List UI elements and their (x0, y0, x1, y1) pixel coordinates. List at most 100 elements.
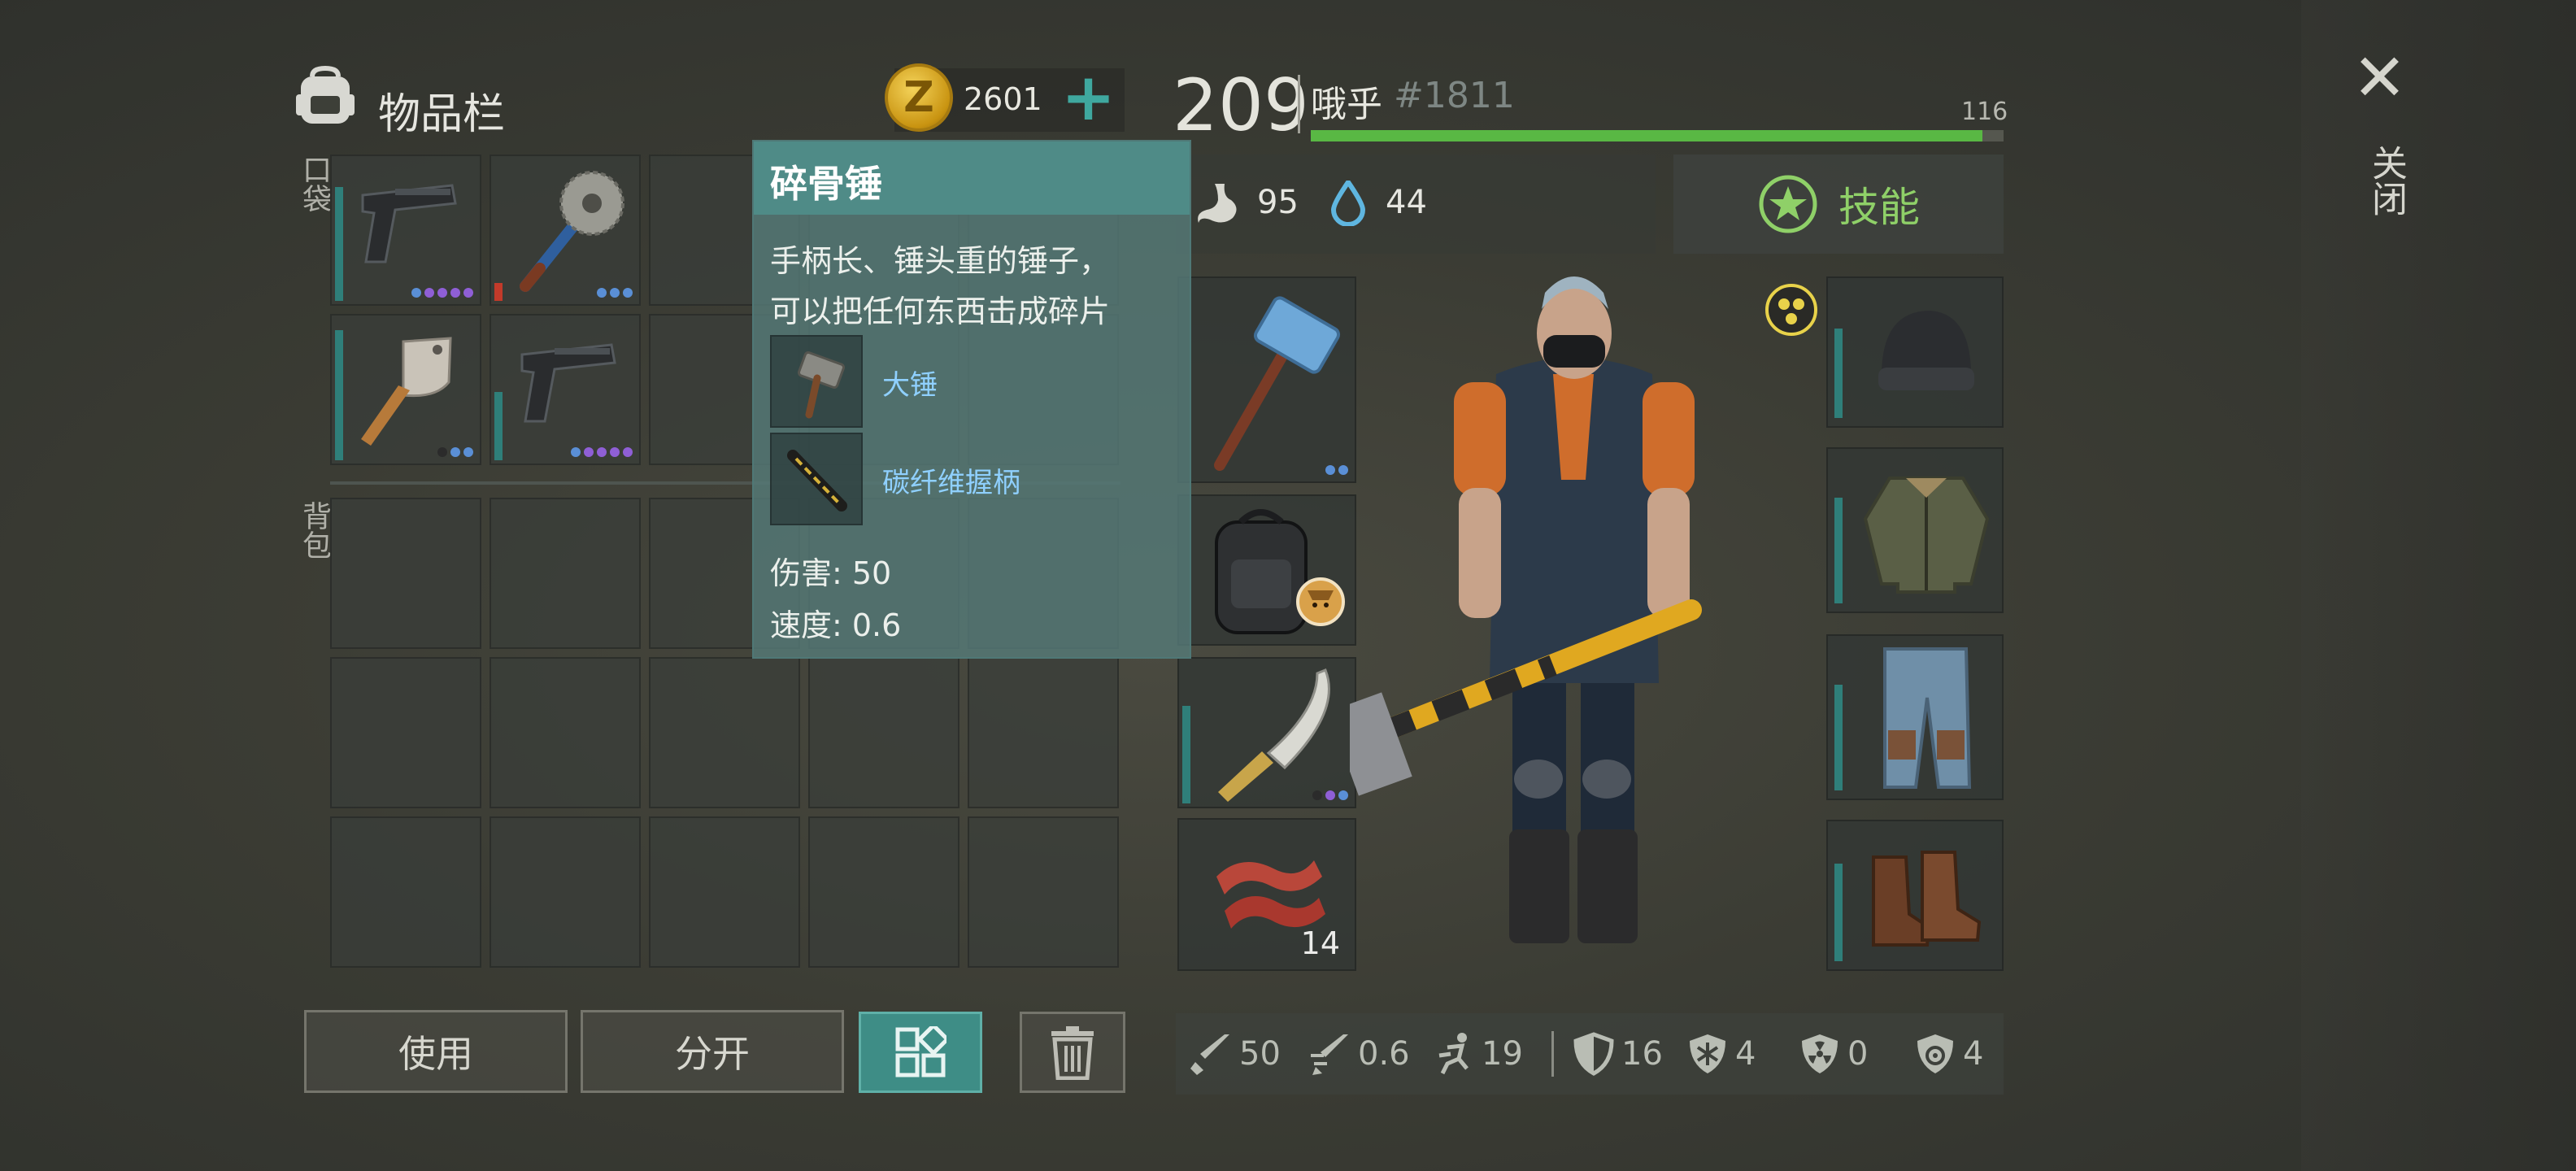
quality-dot (610, 288, 620, 298)
quality-dot (571, 447, 581, 457)
use-button[interactable]: 使用 (304, 1010, 568, 1093)
character-perk-icon[interactable] (1764, 283, 1818, 337)
quality-dots (411, 288, 473, 298)
carbon-grip-icon (787, 450, 847, 511)
stat-run-speed: 19 (1431, 1031, 1523, 1077)
head-slot[interactable] (1826, 276, 2004, 428)
pistol-icon (361, 184, 457, 263)
beanie-icon (1878, 311, 1974, 390)
stat-bio-resist: 4 (1912, 1031, 1983, 1077)
sledgehammer-icon (798, 350, 845, 419)
component-name[interactable]: 大锤 (882, 363, 938, 403)
cleaver-icon (361, 337, 452, 446)
backpack-icon (296, 65, 355, 124)
backpack-slot-13[interactable] (649, 816, 800, 968)
sort-grid-button[interactable] (859, 1012, 982, 1093)
pocket-slot-7[interactable] (490, 314, 641, 465)
backpack-slot-15[interactable] (968, 816, 1119, 968)
backpack-slot-14[interactable] (808, 816, 959, 968)
thirst-drop-icon (1330, 181, 1366, 226)
stat-radiation-resist: 0 (1797, 1031, 1868, 1077)
sawblade-mace-icon (520, 171, 624, 292)
inventory-header (293, 65, 358, 132)
backpack-slot-7[interactable] (490, 657, 641, 808)
quality-dot (437, 288, 447, 298)
star-icon (1759, 175, 1817, 233)
quality-dot (597, 288, 607, 298)
quality-dot (450, 447, 460, 457)
quality-dot (463, 447, 473, 457)
close-icon[interactable]: ✕ (2352, 46, 2407, 111)
tooltip-description-line: 可以把任何东西击成碎片 (770, 294, 1111, 329)
backpack-slot-2[interactable] (490, 498, 641, 649)
backpack-slot-6[interactable] (330, 657, 481, 808)
durability-bar (335, 330, 343, 460)
armor-shield-icon (1573, 1032, 1614, 1076)
pocket-slot-2[interactable] (490, 155, 641, 306)
quality-dot (1325, 790, 1335, 800)
player-name: 哦乎 (1311, 84, 1382, 125)
backpack-slot-9[interactable] (808, 657, 959, 808)
machete-icon (1218, 668, 1330, 802)
stat-value: 0 (1847, 1035, 1869, 1073)
character-model (1350, 276, 1702, 943)
trash-icon (1051, 1026, 1094, 1080)
quality-dot (463, 288, 473, 298)
pocket-slot-6[interactable] (330, 314, 481, 465)
feet-slot[interactable] (1826, 820, 2004, 971)
backpack-slot-1[interactable] (330, 498, 481, 649)
backpack-slot-10[interactable] (968, 657, 1119, 808)
durability-bar (1834, 329, 1843, 418)
run-speed-icon (1438, 1033, 1469, 1075)
backpack-equip-slot[interactable] (1177, 494, 1356, 646)
quality-dot (411, 288, 421, 298)
quality-dot (610, 447, 620, 457)
pockets-label: 口袋 (298, 155, 331, 213)
right-side-panel (2301, 0, 2576, 1171)
quality-dot (1312, 790, 1322, 800)
backpack-slot-12[interactable] (490, 816, 641, 968)
component-slot[interactable] (770, 433, 863, 525)
weapon-slot[interactable] (1177, 276, 1356, 483)
damage-sword-icon (1190, 1034, 1229, 1075)
close-label[interactable]: 关闭 (2360, 145, 2412, 216)
cat-badge-icon (1296, 577, 1345, 626)
bio-resist-icon (1917, 1034, 1953, 1073)
component-name[interactable]: 碳纤维握柄 (882, 460, 1020, 500)
attack-speed-icon (1311, 1034, 1348, 1075)
trash-button[interactable] (1020, 1012, 1125, 1093)
stat-value: 4 (1963, 1035, 1984, 1073)
pocket-slot-1[interactable] (330, 155, 481, 306)
inventory-title: 物品栏 (378, 90, 506, 139)
hammer-icon (1214, 296, 1341, 471)
component-slot[interactable] (770, 335, 863, 428)
tooltip-stat-speed: 速度: 0.6 (770, 607, 902, 643)
quality-dot (597, 447, 607, 457)
torso-slot[interactable] (1826, 447, 2004, 613)
backpack-slot-8[interactable] (649, 657, 800, 808)
quality-dot (1338, 465, 1348, 475)
food-slot[interactable]: 14 (1177, 818, 1356, 971)
melee-slot[interactable] (1177, 657, 1356, 808)
food-count: 14 (1300, 925, 1340, 961)
split-button[interactable]: 分开 (581, 1010, 844, 1093)
quality-dot (623, 447, 633, 457)
xp-bar (1311, 130, 2004, 141)
stat-value: 50 (1239, 1035, 1281, 1073)
durability-bar (1834, 685, 1843, 790)
stat-damage: 50 (1189, 1031, 1281, 1077)
tooltip-title: 碎骨锤 (770, 162, 882, 206)
add-currency-button[interactable]: + (1061, 65, 1116, 130)
player-level: 209 (1173, 63, 1309, 147)
quality-dots (1312, 790, 1348, 800)
backpack-slot-11[interactable] (330, 816, 481, 968)
radiation-resist-icon (1802, 1034, 1838, 1073)
legs-slot[interactable] (1826, 634, 2004, 800)
xp-bar-fill (1311, 130, 1983, 141)
skills-button[interactable]: 技能 (1673, 155, 2004, 254)
zombucks-coin-icon: Z (885, 63, 953, 132)
tooltip-description-line: 手柄长、锤头重的锤子， (770, 243, 1111, 279)
skills-label[interactable]: 技能 (1838, 175, 1920, 233)
quality-dot (584, 447, 594, 457)
quality-dot (437, 447, 447, 457)
